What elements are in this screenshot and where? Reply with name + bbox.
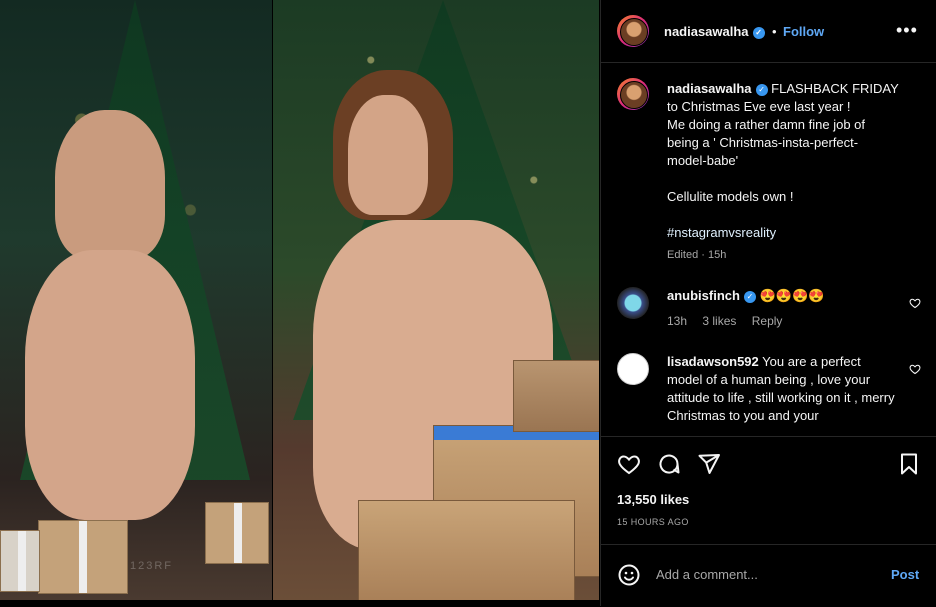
commenter-avatar[interactable] (617, 353, 649, 385)
follow-button[interactable]: Follow (783, 24, 824, 39)
add-comment-bar: Add a comment... Post (601, 544, 936, 607)
commenter-username[interactable]: lisadawson592 (667, 354, 759, 369)
commenter-verified-icon: ✓ (743, 290, 756, 303)
instagram-post: 123RF nadiasawalha ✓ • Follow ••• nadias… (0, 0, 936, 606)
heart-icon[interactable] (617, 452, 641, 476)
caption-hashtag[interactable]: #nstagramvsreality (667, 224, 917, 242)
bookmark-icon[interactable] (897, 452, 921, 476)
post-photo[interactable]: 123RF (0, 0, 599, 600)
author-avatar[interactable] (617, 15, 649, 47)
photo-right-panel (273, 0, 599, 600)
photo-watermark: 123RF (130, 560, 174, 572)
commenter-username[interactable]: anubisfinch (667, 288, 740, 303)
caption-username[interactable]: nadiasawalha (667, 81, 752, 96)
more-options-icon[interactable]: ••• (896, 20, 918, 41)
post-comment-button[interactable]: Post (891, 567, 919, 582)
photo-left-panel: 123RF (0, 0, 272, 600)
likes-count[interactable]: 13,550 likes (617, 492, 689, 507)
commenter-avatar[interactable] (617, 287, 649, 319)
caption-line: being a ' Christmas-insta-perfect- (667, 135, 859, 150)
edited-timestamp: Edited · 15h (667, 249, 727, 261)
comment-icon[interactable] (657, 452, 681, 476)
post-side-panel: nadiasawalha ✓ • Follow ••• nadiasawalha ✓… (600, 0, 936, 606)
add-comment-input[interactable]: Add a comment... (656, 567, 758, 582)
post-header: nadiasawalha ✓ • Follow ••• (601, 0, 936, 63)
separator-dot: • (772, 24, 777, 39)
send-icon[interactable] (697, 452, 721, 476)
comment-like-heart-icon[interactable] (909, 363, 921, 375)
caption-verified-icon: ✓ (755, 83, 768, 96)
comment-text: 😍😍😍😍 (759, 288, 825, 303)
author-username[interactable]: nadiasawalha ✓ (664, 24, 765, 39)
caption-line: Cellulite models own ! (667, 189, 794, 204)
comment-item: lisadawson592 You are a perfect model of… (617, 353, 921, 435)
comment-like-heart-icon[interactable] (909, 297, 921, 309)
caption-line: to Christmas Eve eve last year ! (667, 99, 851, 114)
reply-button[interactable]: Reply (752, 314, 783, 328)
comment-likes[interactable]: 3 likes (702, 314, 736, 328)
post-timestamp[interactable]: 15 HOURS AGO (617, 517, 689, 527)
comment-item: anubisfinch ✓ 😍😍😍😍 13h 3 likes Reply (617, 287, 921, 335)
caption-line: Me doing a rather damn fine job of (667, 117, 866, 132)
post-caption: nadiasawalha ✓ FLASHBACK FRIDAY to Christ… (667, 80, 917, 242)
emoji-icon[interactable] (617, 563, 641, 587)
verified-badge-icon: ✓ (752, 26, 765, 39)
caption-avatar[interactable] (617, 78, 649, 110)
caption-line: model-babe' (667, 153, 739, 168)
caption-line: FLASHBACK FRIDAY (771, 81, 899, 96)
comment-time: 13h (667, 314, 688, 328)
